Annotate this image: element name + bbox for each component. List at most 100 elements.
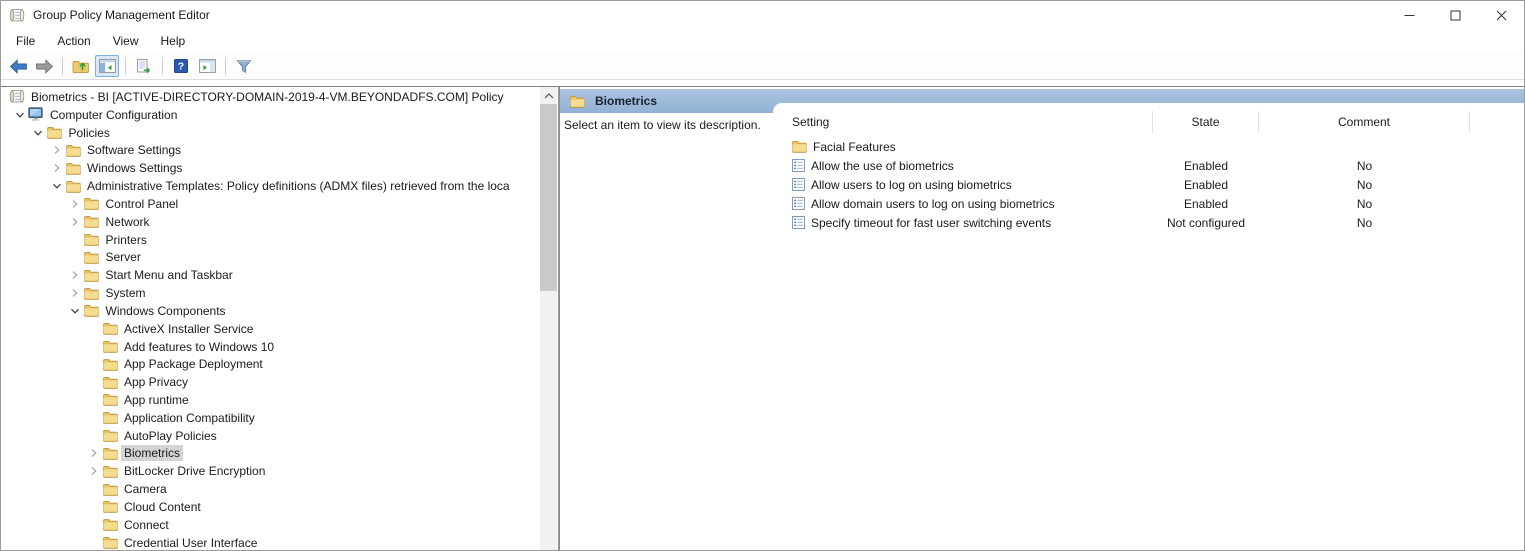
folder-icon — [570, 95, 585, 108]
tree-item[interactable]: Connect — [1, 516, 540, 534]
chevron-right-icon[interactable] — [48, 142, 65, 158]
tree-item[interactable]: Camera — [1, 480, 540, 498]
tree-item[interactable]: Windows Components — [1, 302, 540, 320]
settings-list-header: SettingStateComment — [773, 108, 1524, 136]
tree-item[interactable]: Add features to Windows 10 — [1, 338, 540, 356]
expander-placeholder — [85, 392, 102, 408]
tree-item[interactable]: System — [1, 284, 540, 302]
chevron-right-icon[interactable] — [67, 214, 84, 230]
tree-item[interactable]: Server — [1, 248, 540, 266]
tree-item[interactable]: AutoPlay Policies — [1, 427, 540, 445]
chevron-down-icon[interactable] — [11, 107, 28, 123]
state-cell: Enabled — [1153, 159, 1259, 173]
tree-item[interactable]: Printers — [1, 231, 540, 249]
tree-item[interactable]: Start Menu and Taskbar — [1, 266, 540, 284]
menu-action[interactable]: Action — [46, 31, 101, 51]
folder-icon — [84, 232, 100, 247]
settings-row[interactable]: Allow the use of biometricsEnabledNo — [773, 156, 1524, 175]
back-button[interactable] — [6, 55, 30, 77]
menu-help[interactable]: Help — [150, 31, 197, 51]
tree-item[interactable]: Network — [1, 213, 540, 231]
column-header-setting[interactable]: Setting — [773, 111, 1153, 133]
settings-row[interactable]: Allow users to log on using biometricsEn… — [773, 175, 1524, 194]
chevron-right-icon[interactable] — [67, 196, 84, 212]
chevron-down-icon[interactable] — [48, 178, 65, 194]
menu-file[interactable]: File — [5, 31, 46, 51]
minimize-button[interactable] — [1386, 1, 1432, 29]
toolbar-separator — [125, 57, 126, 75]
title-bar: Group Policy Management Editor — [1, 1, 1524, 29]
export-list-button[interactable] — [132, 55, 156, 77]
up-one-level-button[interactable] — [69, 55, 93, 77]
tree-item-label: AutoPlay Policies — [121, 428, 220, 444]
comment-cell: No — [1259, 178, 1470, 192]
tree-item[interactable]: Cloud Content — [1, 498, 540, 516]
show-console-tree-button[interactable] — [95, 55, 119, 77]
tree-item-label: Connect — [121, 517, 172, 533]
expander-placeholder — [67, 232, 84, 248]
tree-item[interactable]: Policies — [1, 124, 540, 142]
tree-item[interactable]: Credential User Interface — [1, 534, 540, 550]
chevron-right-icon[interactable] — [67, 285, 84, 301]
tree-scrollbar-track[interactable] — [540, 87, 557, 550]
chevron-right-icon[interactable] — [67, 267, 84, 283]
expander-placeholder — [85, 535, 102, 550]
column-header-state[interactable]: State — [1153, 111, 1259, 133]
help-icon: ? — [174, 59, 188, 73]
filter-button[interactable] — [232, 55, 256, 77]
folder-icon — [102, 357, 118, 372]
setting-icon — [792, 197, 805, 210]
tree-item-label: Biometrics - BI [ACTIVE-DIRECTORY-DOMAIN… — [28, 89, 507, 105]
help-button[interactable]: ? — [169, 55, 193, 77]
chevron-down-icon[interactable] — [67, 303, 84, 319]
folder-icon — [65, 143, 81, 158]
tree-item-label: Windows Settings — [84, 160, 185, 176]
tree-item[interactable]: Computer Configuration — [1, 106, 540, 124]
setting-name: Allow domain users to log on using biome… — [811, 197, 1054, 211]
folder-icon — [102, 375, 118, 390]
tree-item[interactable]: Biometrics — [1, 445, 540, 463]
tree-item[interactable]: App runtime — [1, 391, 540, 409]
show-action-pane-button[interactable] — [195, 55, 219, 77]
folder-icon — [102, 339, 118, 354]
tree-item[interactable]: App Package Deployment — [1, 355, 540, 373]
window-title: Group Policy Management Editor — [33, 8, 210, 22]
forward-button[interactable] — [32, 55, 56, 77]
tree-item[interactable]: BitLocker Drive Encryption — [1, 462, 540, 480]
tree-item[interactable]: Biometrics - BI [ACTIVE-DIRECTORY-DOMAIN… — [1, 88, 540, 106]
console-tree-pane: Biometrics - BI [ACTIVE-DIRECTORY-DOMAIN… — [1, 87, 557, 550]
close-button[interactable] — [1478, 1, 1524, 29]
folder-icon — [84, 268, 100, 283]
setting-icon — [792, 178, 805, 191]
tree-item[interactable]: Windows Settings — [1, 159, 540, 177]
show-action-pane-icon — [199, 59, 216, 73]
expander-placeholder — [85, 339, 102, 355]
tree-item[interactable]: Control Panel — [1, 195, 540, 213]
chevron-right-icon[interactable] — [85, 445, 102, 461]
tree-item[interactable]: App Privacy — [1, 373, 540, 391]
settings-row[interactable]: Specify timeout for fast user switching … — [773, 213, 1524, 232]
chevron-down-icon[interactable] — [30, 125, 47, 141]
tree-scrollbar-thumb[interactable] — [540, 104, 557, 291]
settings-row[interactable]: Facial Features — [773, 137, 1524, 156]
tree-item[interactable]: ActiveX Installer Service — [1, 320, 540, 338]
minimize-icon — [1404, 10, 1415, 21]
menu-view[interactable]: View — [102, 31, 150, 51]
state-cell: Not configured — [1153, 216, 1259, 230]
maximize-button[interactable] — [1432, 1, 1478, 29]
expander-placeholder — [85, 481, 102, 497]
chevron-right-icon[interactable] — [85, 463, 102, 479]
folder-icon — [102, 499, 118, 514]
scroll-up-button[interactable] — [540, 87, 557, 104]
tree-item-label: Server — [103, 249, 144, 265]
column-header-comment[interactable]: Comment — [1259, 111, 1470, 133]
chevron-right-icon[interactable] — [48, 160, 65, 176]
tree-item[interactable]: Administrative Templates: Policy definit… — [1, 177, 540, 195]
settings-row[interactable]: Allow domain users to log on using biome… — [773, 194, 1524, 213]
tree-item-label: App Package Deployment — [121, 356, 266, 372]
tree-item[interactable]: Application Compatibility — [1, 409, 540, 427]
tree-item[interactable]: Software Settings — [1, 141, 540, 159]
toolbar-separator — [225, 57, 226, 75]
app-scroll-icon — [9, 8, 25, 23]
tree-item-label: Policies — [66, 125, 113, 141]
